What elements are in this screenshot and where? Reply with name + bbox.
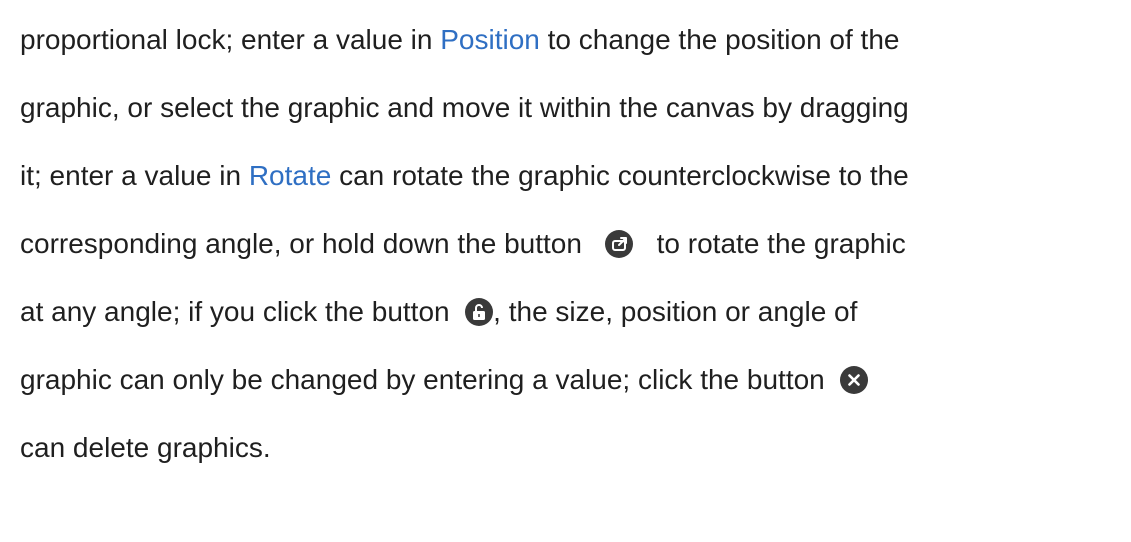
line5-text-a: at any angle; if you click the button <box>20 296 450 327</box>
line6-text-a: graphic can only be changed by entering … <box>20 364 825 395</box>
unlock-icon <box>465 298 494 326</box>
paragraph-line-6: graphic can only be changed by entering … <box>20 346 1112 414</box>
paragraph-line-4: corresponding angle, or hold down the bu… <box>20 210 1112 278</box>
paragraph-line-2: graphic, or select the graphic and move … <box>20 74 1112 142</box>
close-icon <box>840 366 869 394</box>
paragraph-line-1: proportional lock; enter a value in Posi… <box>20 6 1112 74</box>
line1-text-b: to change the position of the <box>547 24 900 55</box>
paragraph-line-7: can delete graphics. <box>20 414 1112 482</box>
paragraph-line-5: at any angle; if you click the button , … <box>20 278 1112 346</box>
line5-text-b: , the size, position or angle of <box>493 296 858 327</box>
line3-text-a: it; enter a value in <box>20 160 242 191</box>
rotate-link[interactable]: Rotate <box>249 150 332 202</box>
paragraph-line-3: it; enter a value in Rotate can rotate t… <box>20 142 1112 210</box>
help-paragraph: proportional lock; enter a value in Posi… <box>20 6 1112 482</box>
line7-text: can delete graphics. <box>20 432 271 463</box>
line3-text-b: can rotate the graphic counterclockwise … <box>339 160 909 191</box>
rotate-icon <box>605 230 634 258</box>
line1-text-a: proportional lock; enter a value in <box>20 24 433 55</box>
line4-text-b: to rotate the graphic <box>656 228 906 259</box>
position-link[interactable]: Position <box>440 14 540 66</box>
line4-text-a: corresponding angle, or hold down the bu… <box>20 228 582 259</box>
line2-text: graphic, or select the graphic and move … <box>20 92 909 123</box>
